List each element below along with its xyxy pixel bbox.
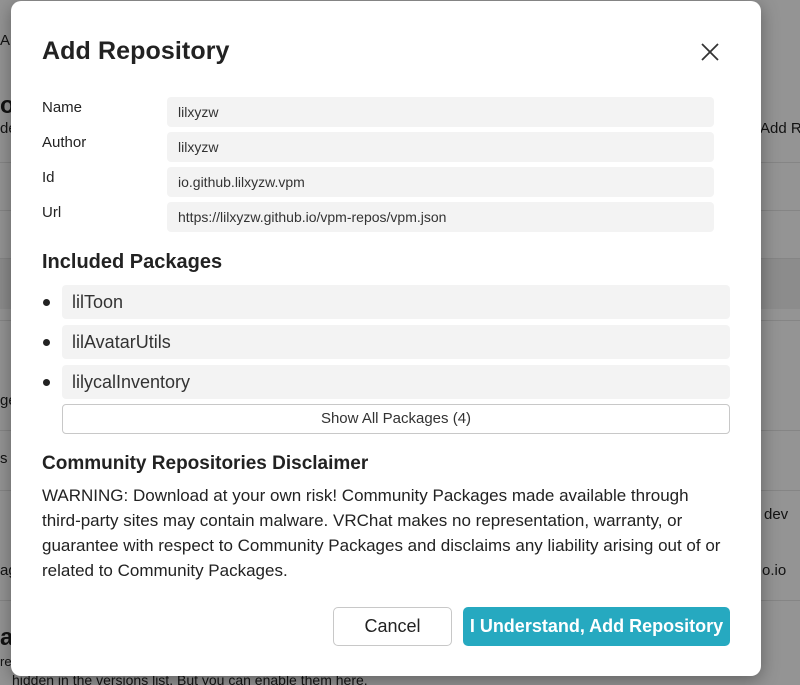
package-item: lilAvatarUtils [62,325,730,359]
disclaimer-title: Community Repositories Disclaimer [42,453,369,474]
disclaimer-text: WARNING: Download at your own risk! Comm… [42,486,721,580]
field-value-url: https://lilxyzw.github.io/vpm-repos/vpm.… [167,202,714,232]
field-value-name: lilxyzw [167,97,714,127]
add-repository-button[interactable]: I Understand, Add Repository [463,607,730,646]
close-button[interactable] [697,39,723,65]
add-repository-dialog: Add Repository Name lilxyzw Author lilxy… [11,1,761,676]
field-value-id: io.github.lilxyzw.vpm [167,167,714,197]
cancel-button[interactable]: Cancel [333,607,452,646]
bullet-icon [43,339,50,346]
field-label-id: Id [42,169,55,186]
field-label-name: Name [42,99,83,116]
show-all-packages-button[interactable]: Show All Packages (4) [62,404,730,434]
bullet-icon [43,299,50,306]
dialog-title: Add Repository [42,37,230,65]
field-label-author: Author [42,134,87,151]
field-label-url: Url [42,204,62,221]
package-item: lilycalInventory [62,365,730,399]
included-packages-title: Included Packages [42,251,223,273]
package-item: lilToon [62,285,730,319]
close-icon [697,39,723,65]
bullet-icon [43,379,50,386]
field-value-author: lilxyzw [167,132,714,162]
